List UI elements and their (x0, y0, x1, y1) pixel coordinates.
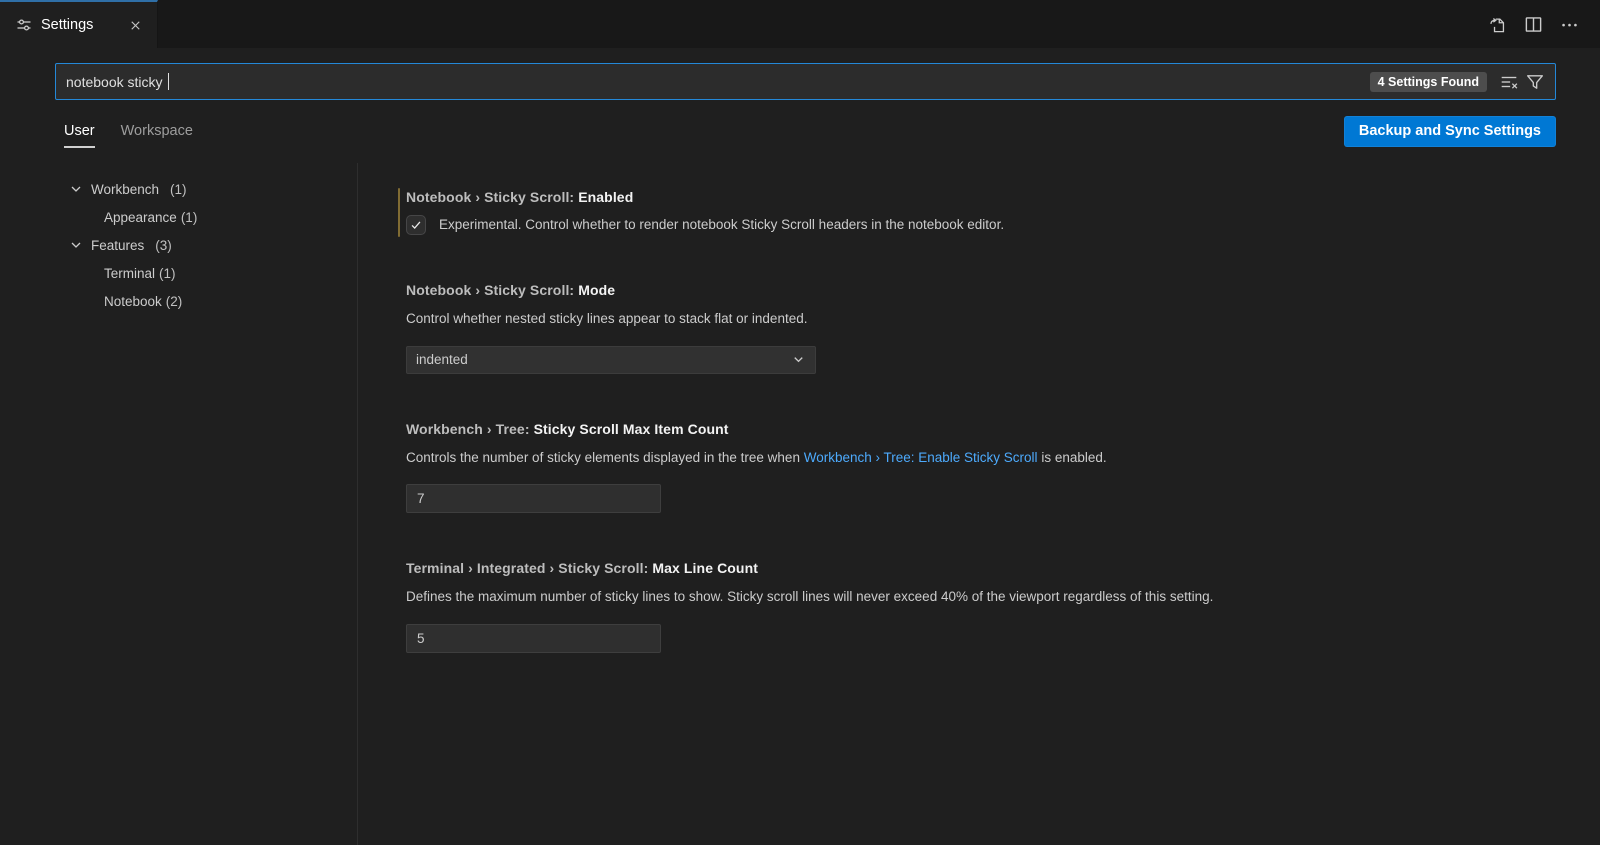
setting-notebook-sticky-scroll-mode: Notebook › Sticky Scroll: Mode Control w… (390, 277, 1560, 380)
setting-description: Controls the number of sticky elements d… (406, 448, 1560, 468)
clear-search-results-icon[interactable] (1497, 70, 1521, 94)
toc-item-count: (1) (170, 182, 187, 197)
toc-item-label: Notebook (104, 294, 162, 309)
setting-description: Experimental. Control whether to render … (439, 215, 1004, 235)
setting-notebook-sticky-scroll-enabled: Notebook › Sticky Scroll: Enabled Experi… (390, 184, 1560, 241)
settings-list: Notebook › Sticky Scroll: Enabled Experi… (358, 163, 1600, 845)
filter-settings-icon[interactable] (1523, 70, 1547, 94)
toc-item-count: (3) (155, 238, 172, 253)
more-actions-icon[interactable] (1556, 11, 1582, 37)
editor-actions (1484, 0, 1600, 48)
setting-description: Control whether nested sticky lines appe… (406, 309, 1560, 329)
search-query-text: notebook sticky (66, 74, 163, 90)
toc-item-count: (1) (159, 266, 176, 281)
setting-number-input[interactable] (406, 484, 661, 513)
setting-description: Defines the maximum number of sticky lin… (406, 587, 1560, 607)
tab-user[interactable]: User (64, 115, 95, 148)
setting-tree-sticky-scroll-max-item-count: Workbench › Tree: Sticky Scroll Max Item… (390, 416, 1560, 520)
setting-title: Terminal › Integrated › Sticky Scroll: M… (406, 560, 1560, 576)
editor-tab-strip: Settings (0, 0, 1600, 48)
toc-item-workbench[interactable]: Workbench (1) (0, 175, 357, 203)
toc-item-appearance[interactable]: Appearance (1) (0, 203, 357, 231)
settings-editor-body: Workbench (1) Appearance (1) Features (3… (0, 163, 1600, 845)
setting-number-input[interactable] (406, 624, 661, 653)
settings-sliders-icon (16, 17, 32, 33)
text-cursor (168, 73, 169, 90)
settings-toc: Workbench (1) Appearance (1) Features (3… (0, 163, 358, 845)
setting-terminal-sticky-scroll-max-line-count: Terminal › Integrated › Sticky Scroll: M… (390, 555, 1560, 659)
tab-workspace[interactable]: Workspace (121, 115, 193, 148)
setting-title: Notebook › Sticky Scroll: Enabled (406, 189, 1560, 205)
chevron-down-icon (791, 352, 806, 367)
tab-settings[interactable]: Settings (0, 0, 158, 48)
backup-sync-settings-button[interactable]: Backup and Sync Settings (1344, 116, 1556, 147)
toc-item-label: Appearance (104, 210, 177, 225)
setting-title: Workbench › Tree: Sticky Scroll Max Item… (406, 421, 1560, 437)
split-editor-icon[interactable] (1520, 11, 1546, 37)
toc-item-terminal[interactable]: Terminal (1) (0, 259, 357, 287)
dropdown-selected-value: indented (416, 352, 791, 367)
toc-item-notebook[interactable]: Notebook (2) (0, 287, 357, 315)
toc-item-count: (2) (166, 294, 183, 309)
settings-found-badge: 4 Settings Found (1370, 72, 1487, 92)
setting-checkbox-checked[interactable] (406, 215, 426, 235)
chevron-down-icon[interactable] (68, 181, 84, 197)
settings-scope-row: User Workspace Backup and Sync Settings (64, 100, 1556, 163)
open-settings-json-icon[interactable] (1484, 11, 1510, 37)
toc-item-count: (1) (181, 210, 198, 225)
toc-item-label: Terminal (104, 266, 155, 281)
toc-item-features[interactable]: Features (3) (0, 231, 357, 259)
setting-mode-dropdown[interactable]: indented (406, 346, 816, 374)
tab-title: Settings (41, 17, 117, 33)
settings-search-input[interactable]: notebook sticky 4 Settings Found (55, 63, 1556, 100)
setting-title: Notebook › Sticky Scroll: Mode (406, 282, 1560, 298)
setting-link-enable-sticky-scroll[interactable]: Workbench › Tree: Enable Sticky Scroll (804, 450, 1038, 465)
toc-item-label: Features (91, 238, 144, 253)
chevron-down-icon[interactable] (68, 237, 84, 253)
close-tab-icon[interactable] (126, 16, 145, 35)
toc-item-label: Workbench (91, 182, 159, 197)
